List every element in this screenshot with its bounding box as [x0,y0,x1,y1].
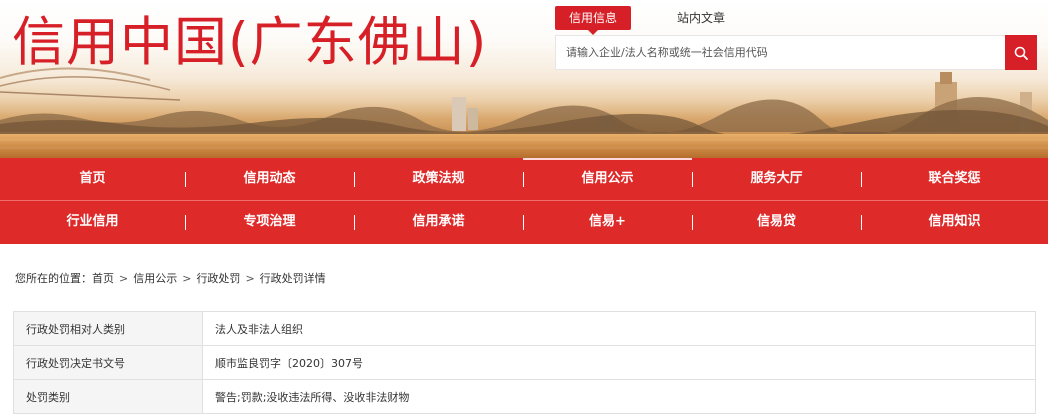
tab-credit-info[interactable]: 信用信息 [555,6,631,35]
nav-separator [354,215,355,230]
detail-value: 警告;罚款;没收违法所得、没收非法财物 [202,379,1036,414]
tab-site-articles[interactable]: 站内文章 [663,6,739,30]
breadcrumb-current: 行政处罚详情 [259,272,326,285]
search-button[interactable] [1005,35,1037,70]
nav-item-joint-rewards[interactable]: 联合奖惩 [861,158,1048,200]
nav-item-policies[interactable]: 政策法规 [354,158,523,200]
nav-separator [185,172,186,187]
table-row: 行政处罚相对人类别 法人及非法人组织 [13,311,1036,346]
nav-item-xinyi-plus[interactable]: 信易+ [523,201,692,243]
nav-item-industry-credit[interactable]: 行业信用 [0,201,185,243]
nav-row-2: 行业信用 专项治理 信用承诺 信易+ 信易贷 信用知识 [0,201,1048,243]
breadcrumb-credit-publicity[interactable]: 信用公示 [133,270,177,286]
breadcrumb-prefix: 您所在的位置： [15,272,92,285]
nav-separator [692,172,693,187]
detail-label: 行政处罚相对人类别 [13,311,203,346]
nav-item-special-governance[interactable]: 专项治理 [185,201,354,243]
detail-value: 法人及非法人组织 [202,311,1036,346]
nav-separator [861,215,862,230]
nav-item-home[interactable]: 首页 [0,158,185,200]
site-title[interactable]: 信用中国(广东佛山) [12,10,487,76]
table-row: 行政处罚决定书文号 顺市监良罚字〔2020〕307号 [13,345,1036,380]
search-box [555,35,1037,70]
nav-separator [523,215,524,230]
header-banner: 信用中国(广东佛山) 信用信息 站内文章 [0,0,1048,158]
nav-item-service-hall[interactable]: 服务大厅 [692,158,861,200]
nav-separator [354,172,355,187]
breadcrumb-admin-penalty[interactable]: 行政处罚 [196,270,240,286]
breadcrumb-separator: > [119,271,129,285]
main-navigation: 首页 信用动态 政策法规 信用公示 服务大厅 联合奖惩 行业信用 专项治理 信用… [0,158,1048,244]
nav-separator [692,215,693,230]
nav-separator [523,172,524,187]
nav-separator [861,172,862,187]
nav-row-1: 首页 信用动态 政策法规 信用公示 服务大厅 联合奖惩 [0,158,1048,200]
detail-label: 处罚类别 [13,379,203,414]
breadcrumb-separator: > [245,271,255,285]
table-row: 处罚类别 警告;罚款;没收违法所得、没收非法财物 [13,379,1036,414]
detail-label: 行政处罚决定书文号 [13,345,203,380]
nav-item-xinyi-loan[interactable]: 信易贷 [692,201,861,243]
nav-item-credit-knowledge[interactable]: 信用知识 [861,201,1048,243]
nav-item-credit-news[interactable]: 信用动态 [185,158,354,200]
nav-item-credit-commitment[interactable]: 信用承诺 [354,201,523,243]
breadcrumb-home[interactable]: 首页 [92,270,114,286]
breadcrumb-separator: > [182,271,192,285]
breadcrumb: 您所在的位置： 首页 > 信用公示 > 行政处罚 > 行政处罚详情 [15,270,326,286]
detail-value: 顺市监良罚字〔2020〕307号 [202,345,1036,380]
nav-separator [185,215,186,230]
penalty-detail-table: 行政处罚相对人类别 法人及非法人组织 行政处罚决定书文号 顺市监良罚字〔2020… [13,311,1036,414]
search-input[interactable] [556,36,1002,69]
nav-item-credit-publicity[interactable]: 信用公示 [523,158,692,200]
search-icon [1014,46,1028,60]
